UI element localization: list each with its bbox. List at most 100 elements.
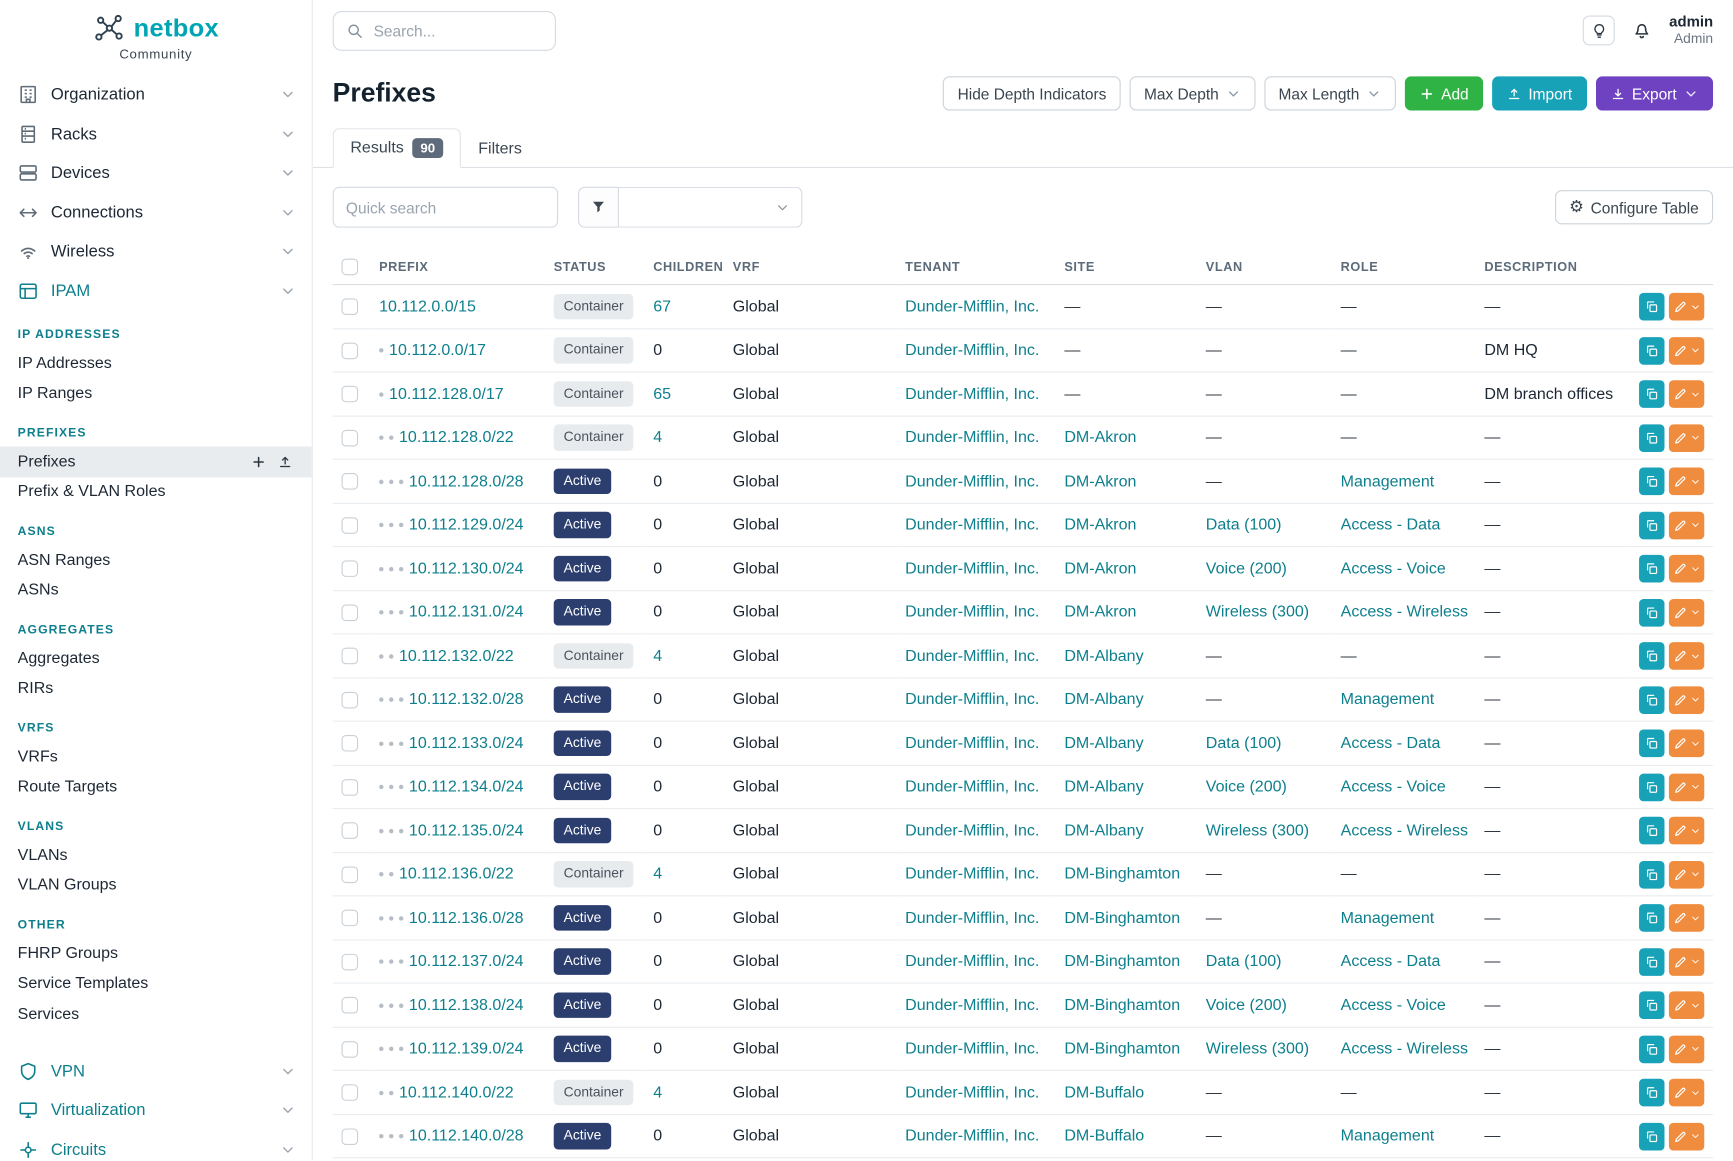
children-link[interactable]: 4	[653, 429, 662, 447]
column-header-vrf[interactable]: VRF	[724, 250, 896, 285]
children-link[interactable]: 4	[653, 647, 662, 665]
row-checkbox[interactable]	[342, 1128, 359, 1145]
edit-button[interactable]	[1669, 773, 1704, 801]
column-header-status[interactable]: STATUS	[545, 250, 644, 285]
export-button[interactable]: Export	[1595, 76, 1713, 110]
edit-button[interactable]	[1669, 861, 1704, 889]
tenant-link[interactable]: Dunder-Mifflin, Inc.	[905, 691, 1039, 709]
clone-button[interactable]	[1639, 730, 1665, 758]
sidebar-item-asn-ranges[interactable]: ASN Ranges	[0, 545, 312, 575]
clone-button[interactable]	[1639, 511, 1665, 539]
sidebar-item-aggregates[interactable]: Aggregates	[0, 643, 312, 673]
sidebar-item-prefix-vlan-roles[interactable]: Prefix & VLAN Roles	[0, 477, 312, 507]
edit-button[interactable]	[1669, 293, 1704, 321]
prefix-link[interactable]: 10.112.136.0/28	[409, 909, 524, 927]
sidebar-item-vlans[interactable]: VLANs	[0, 840, 312, 870]
prefix-link[interactable]: 10.112.135.0/24	[409, 822, 524, 840]
tab-results[interactable]: Results 90	[333, 128, 461, 168]
column-header-tenant[interactable]: TENANT	[896, 250, 1055, 285]
tenant-link[interactable]: Dunder-Mifflin, Inc.	[905, 1127, 1039, 1145]
clone-button[interactable]	[1639, 1123, 1665, 1151]
edit-button[interactable]	[1669, 380, 1704, 408]
vlan-link[interactable]: Wireless (300)	[1206, 604, 1309, 622]
row-checkbox[interactable]	[342, 430, 359, 447]
tenant-link[interactable]: Dunder-Mifflin, Inc.	[905, 1040, 1039, 1058]
sidebar-item-vrfs[interactable]: VRFs	[0, 742, 312, 772]
prefix-link[interactable]: 10.112.0.0/17	[389, 342, 486, 360]
site-link[interactable]: DM-Akron	[1064, 604, 1136, 622]
row-checkbox[interactable]	[342, 342, 359, 359]
tenant-link[interactable]: Dunder-Mifflin, Inc.	[905, 647, 1039, 665]
role-link[interactable]: Access - Voice	[1341, 560, 1446, 578]
edit-button[interactable]	[1669, 642, 1704, 670]
prefix-link[interactable]: 10.112.133.0/24	[409, 735, 524, 753]
tenant-link[interactable]: Dunder-Mifflin, Inc.	[905, 516, 1039, 534]
role-link[interactable]: Management	[1341, 1127, 1435, 1145]
tenant-link[interactable]: Dunder-Mifflin, Inc.	[905, 953, 1039, 971]
row-checkbox[interactable]	[342, 648, 359, 665]
max-length-dropdown[interactable]: Max Length	[1264, 76, 1396, 110]
vlan-link[interactable]: Data (100)	[1206, 953, 1282, 971]
role-link[interactable]: Access - Data	[1341, 516, 1441, 534]
edit-button[interactable]	[1669, 992, 1704, 1020]
sidebar-item-ip-ranges[interactable]: IP Ranges	[0, 379, 312, 409]
clone-button[interactable]	[1639, 424, 1665, 452]
user-menu[interactable]: admin Admin	[1669, 13, 1713, 47]
vlan-link[interactable]: Data (100)	[1206, 516, 1282, 534]
prefix-link[interactable]: 10.112.140.0/28	[409, 1127, 524, 1145]
sidebar-item-rirs[interactable]: RIRs	[0, 674, 312, 704]
clone-button[interactable]	[1639, 468, 1665, 496]
sidebar-item-vpn[interactable]: VPN	[0, 1052, 312, 1091]
site-link[interactable]: DM-Albany	[1064, 735, 1143, 753]
import-button[interactable]: Import	[1492, 76, 1587, 110]
clone-button[interactable]	[1639, 773, 1665, 801]
prefix-link[interactable]: 10.112.139.0/24	[409, 1040, 524, 1058]
column-header-role[interactable]: ROLE	[1332, 250, 1476, 285]
tenant-link[interactable]: Dunder-Mifflin, Inc.	[905, 298, 1039, 316]
prefix-link[interactable]: 10.112.128.0/28	[409, 473, 524, 491]
prefix-link[interactable]: 10.112.129.0/24	[409, 516, 524, 534]
sidebar-item-circuits[interactable]: Circuits	[0, 1130, 312, 1160]
site-link[interactable]: DM-Albany	[1064, 778, 1143, 796]
row-checkbox[interactable]	[342, 517, 359, 534]
sidebar-item-service-templates[interactable]: Service Templates	[0, 969, 312, 999]
row-checkbox[interactable]	[342, 954, 359, 971]
site-link[interactable]: DM-Binghamton	[1064, 909, 1180, 927]
vlan-link[interactable]: Wireless (300)	[1206, 822, 1309, 840]
tenant-link[interactable]: Dunder-Mifflin, Inc.	[905, 735, 1039, 753]
children-link[interactable]: 4	[653, 1084, 662, 1102]
row-checkbox[interactable]	[342, 473, 359, 490]
column-header-vlan[interactable]: VLAN	[1197, 250, 1332, 285]
vlan-link[interactable]: Data (100)	[1206, 735, 1282, 753]
edit-button[interactable]	[1669, 904, 1704, 932]
global-search[interactable]	[333, 10, 556, 50]
row-checkbox[interactable]	[342, 823, 359, 840]
prefix-link[interactable]: 10.112.140.0/22	[399, 1084, 514, 1102]
clone-button[interactable]	[1639, 599, 1665, 627]
role-link[interactable]: Management	[1341, 473, 1435, 491]
sidebar-item-ip-addresses[interactable]: IP Addresses	[0, 348, 312, 378]
clone-button[interactable]	[1639, 555, 1665, 583]
row-checkbox[interactable]	[342, 866, 359, 883]
row-checkbox[interactable]	[342, 386, 359, 403]
role-link[interactable]: Access - Wireless	[1341, 1040, 1468, 1058]
sidebar-item-organization[interactable]: Organization	[0, 75, 312, 114]
search-input[interactable]	[374, 22, 543, 40]
row-checkbox[interactable]	[342, 779, 359, 796]
row-checkbox[interactable]	[342, 1041, 359, 1058]
site-link[interactable]: DM-Binghamton	[1064, 953, 1180, 971]
theme-toggle-button[interactable]	[1583, 15, 1615, 45]
configure-table-button[interactable]: ⚙ Configure Table	[1555, 191, 1713, 225]
netbox-logo[interactable]: netbox Community	[0, 0, 312, 62]
sidebar-item-connections[interactable]: Connections	[0, 193, 312, 232]
tenant-link[interactable]: Dunder-Mifflin, Inc.	[905, 909, 1039, 927]
clone-button[interactable]	[1639, 337, 1665, 365]
prefix-link[interactable]: 10.112.136.0/22	[399, 866, 514, 884]
prefix-link[interactable]: 10.112.132.0/22	[399, 647, 514, 665]
edit-button[interactable]	[1669, 424, 1704, 452]
notifications-bell-icon[interactable]	[1632, 20, 1653, 41]
site-link[interactable]: DM-Binghamton	[1064, 1040, 1180, 1058]
site-link[interactable]: DM-Albany	[1064, 691, 1143, 709]
prefix-link[interactable]: 10.112.137.0/24	[409, 953, 524, 971]
hide-depth-indicators-button[interactable]: Hide Depth Indicators	[943, 76, 1121, 110]
